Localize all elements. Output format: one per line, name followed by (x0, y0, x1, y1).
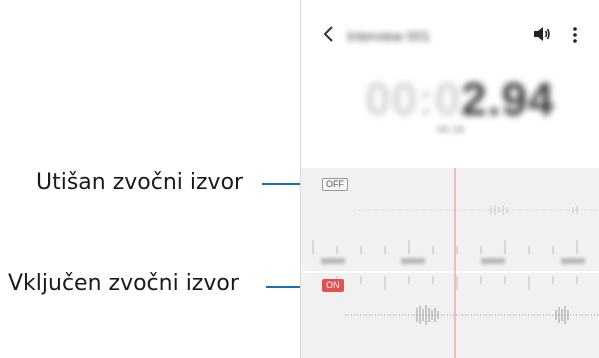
active-source-callout: Vključen zvočni izvor (8, 271, 239, 296)
muted-waveform (359, 205, 599, 215)
active-source-badge[interactable]: ON (322, 279, 344, 292)
muted-source-callout: Utišan zvočni izvor (36, 170, 244, 195)
recorder-screen: Interview 001 00:02.94 00:16 OFF ON (300, 0, 599, 358)
ruler-lower (336, 276, 578, 290)
ruler-upper (312, 240, 578, 254)
muted-source-badge[interactable]: OFF (322, 178, 348, 191)
active-waveform (345, 305, 599, 325)
ruler-time-labels (321, 258, 585, 264)
